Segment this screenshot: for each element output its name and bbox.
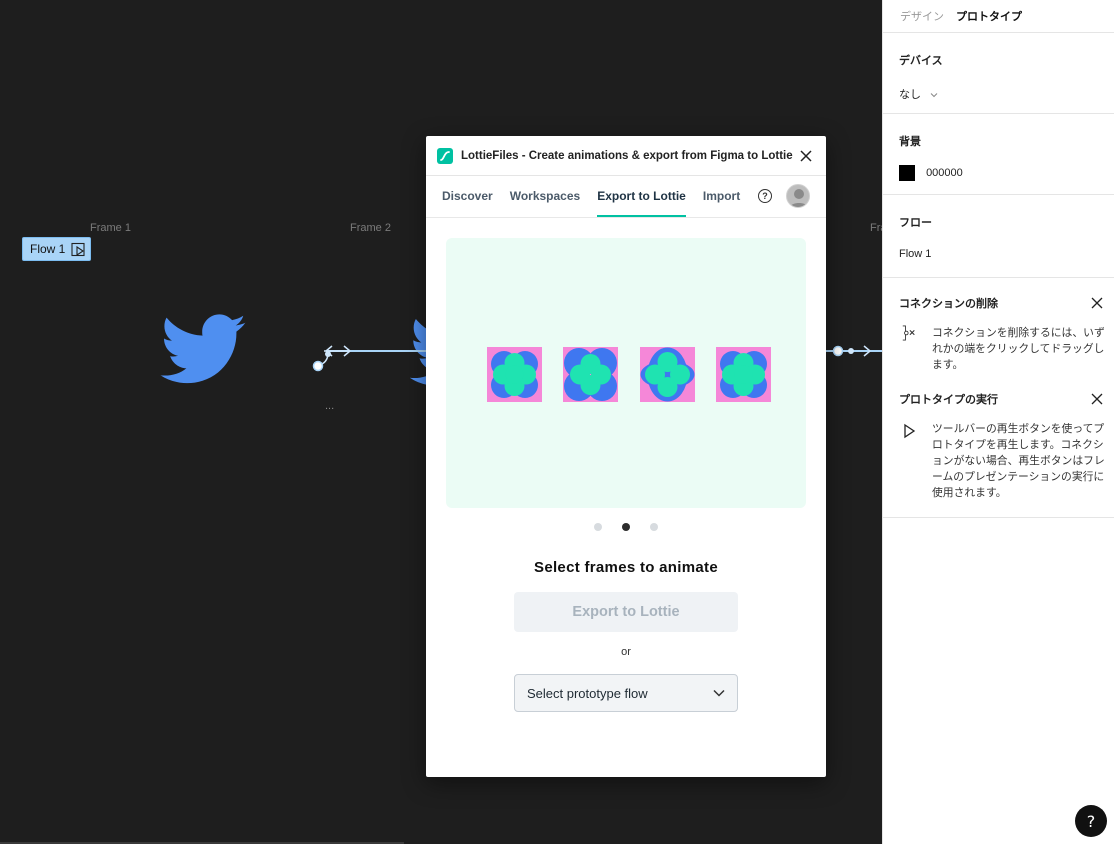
help-button[interactable]: ? xyxy=(1075,805,1107,837)
preview-frame-1 xyxy=(487,347,542,402)
delete-connection-text: コネクションを削除するには、いずれかの端をクリックしてドラッグします。 xyxy=(932,327,1105,371)
flow-title: フロー xyxy=(899,217,932,229)
run-prototype-title: プロトタイプの実行 xyxy=(899,394,998,406)
tab-export-to-lottie[interactable]: Export to Lottie xyxy=(597,176,686,217)
chevron-down-icon xyxy=(713,689,725,697)
properties-panel: デザイン プロトタイプ デバイス なし 背景 000000 フロー Flow 1… xyxy=(882,0,1114,844)
select-frames-heading: Select frames to animate xyxy=(534,559,718,576)
lottiefiles-plugin-window: LottieFiles - Create animations & export… xyxy=(426,136,826,777)
background-section: 背景 000000 xyxy=(883,114,1114,195)
tab-import[interactable]: Import xyxy=(703,176,740,217)
play-frame-icon[interactable] xyxy=(71,242,86,257)
flow-section: フロー Flow 1 xyxy=(883,195,1114,278)
plugin-tab-bar: Discover Workspaces Export to Lottie Imp… xyxy=(426,176,826,218)
lottiefiles-logo-icon xyxy=(437,147,453,164)
carousel-dot-3[interactable] xyxy=(650,523,658,531)
close-icon[interactable] xyxy=(1090,296,1104,310)
avatar[interactable] xyxy=(786,184,810,208)
preview-frame-4 xyxy=(716,347,771,402)
chevron-down-icon xyxy=(930,93,938,98)
tab-discover[interactable]: Discover xyxy=(442,176,493,217)
frame-1-label[interactable]: Frame 1 xyxy=(90,222,131,234)
device-section: デバイス なし xyxy=(883,33,1114,114)
export-to-lottie-button[interactable]: Export to Lottie xyxy=(514,592,738,632)
background-title: 背景 xyxy=(899,136,921,148)
delete-connection-title: コネクションの削除 xyxy=(899,298,998,310)
device-select[interactable]: なし xyxy=(899,86,1098,102)
run-prototype-text: ツールバーの再生ボタンを使ってプロトタイプを再生します。コネクションがない場合、… xyxy=(932,423,1105,499)
tab-prototype[interactable]: プロトタイプ xyxy=(956,8,1022,24)
flow-tag-label: Flow 1 xyxy=(30,242,66,256)
help-icon[interactable]: ? xyxy=(758,189,772,203)
tab-workspaces[interactable]: Workspaces xyxy=(510,176,580,217)
tab-design[interactable]: デザイン xyxy=(900,8,944,24)
carousel-dot-2[interactable] xyxy=(622,523,630,531)
or-separator: or xyxy=(621,646,631,658)
background-color-row[interactable]: 000000 xyxy=(899,165,1098,181)
hints-section: コネクションの削除 コネクションを削除するには、いずれかの端をクリックしてドラッ… xyxy=(883,278,1114,518)
device-value: なし xyxy=(899,89,921,101)
twitter-bird-icon[interactable] xyxy=(160,314,248,386)
play-icon xyxy=(904,423,916,439)
carousel-dot-1[interactable] xyxy=(594,523,602,531)
prototype-connection-arrow-right[interactable] xyxy=(826,343,882,359)
close-icon[interactable] xyxy=(797,147,815,165)
canvas-ellipsis: ... xyxy=(325,400,335,412)
plugin-title: LottieFiles - Create animations & export… xyxy=(461,149,793,162)
flow-select-label: Select prototype flow xyxy=(527,685,648,701)
panel-tab-bar: デザイン プロトタイプ xyxy=(883,0,1114,33)
color-swatch[interactable] xyxy=(899,165,915,181)
background-color-value[interactable]: 000000 xyxy=(926,167,963,179)
frame-3-label[interactable]: Fra xyxy=(870,222,882,234)
carousel-dots xyxy=(426,523,826,531)
preview-frame-2 xyxy=(563,347,618,402)
prototype-connection-arrow[interactable] xyxy=(310,340,430,376)
frame-2-label[interactable]: Frame 2 xyxy=(350,222,391,234)
plugin-header: LottieFiles - Create animations & export… xyxy=(426,136,826,176)
flow-start-tag[interactable]: Flow 1 xyxy=(22,237,91,261)
device-title: デバイス xyxy=(899,55,943,67)
delete-connection-icon xyxy=(902,325,915,341)
flow-item[interactable]: Flow 1 xyxy=(899,248,1098,260)
prototype-flow-select[interactable]: Select prototype flow xyxy=(514,674,738,712)
preview-frame-3 xyxy=(640,347,695,402)
close-icon[interactable] xyxy=(1090,392,1104,406)
animation-preview xyxy=(446,238,806,508)
